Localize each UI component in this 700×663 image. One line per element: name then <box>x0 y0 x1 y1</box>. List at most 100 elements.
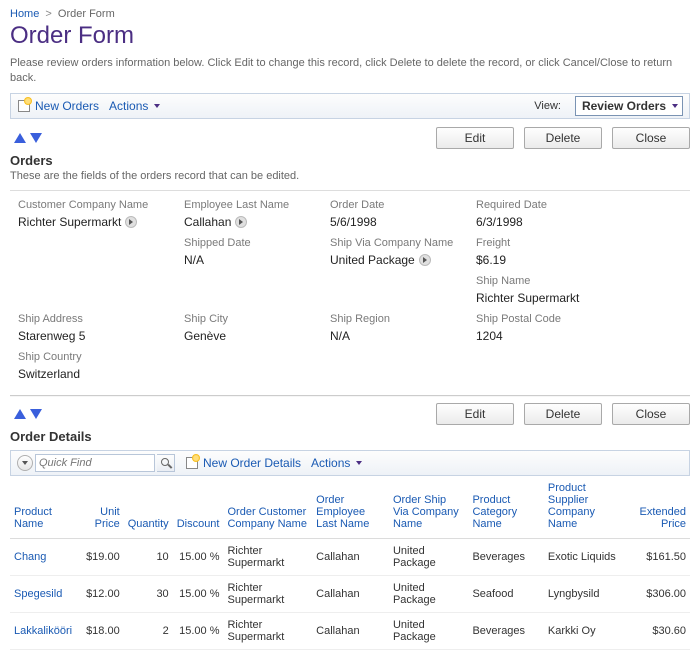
table-row[interactable]: Chang $19.001015.00 %Richter SupermarktCa… <box>10 538 690 575</box>
search-icon <box>161 458 171 468</box>
cell-product-supplier-company-name: Lyngbysild <box>544 575 629 612</box>
details-actions-menu[interactable]: Actions <box>311 456 362 470</box>
page-title: Order Form <box>10 22 690 50</box>
product-link[interactable]: Spegesild <box>14 588 62 600</box>
new-order-details-button[interactable]: New Order Details <box>185 456 301 470</box>
field-ship-via-company-name: Ship Via Company Name United Package <box>330 237 470 267</box>
cell-product-supplier-company-name: Exotic Liquids <box>544 538 629 575</box>
details-title: Order Details <box>10 429 690 444</box>
cell-unit-price: $19.00 <box>79 538 124 575</box>
col-product-category-name[interactable]: Product Category Name <box>468 478 543 539</box>
col-unit-price[interactable]: Unit Price <box>79 478 124 539</box>
breadcrumb-current: Order Form <box>58 8 115 20</box>
col-extended-price[interactable]: Extended Price <box>629 478 690 539</box>
actions-label: Actions <box>109 99 148 113</box>
cell-extended-price: $306.00 <box>629 575 690 612</box>
lookup-icon[interactable] <box>419 254 431 266</box>
lookup-icon[interactable] <box>235 216 247 228</box>
prev-record-button[interactable] <box>14 409 26 419</box>
cell-product-category-name: Seafood <box>468 575 543 612</box>
col-product-supplier-company-name[interactable]: Product Supplier Company Name <box>544 478 629 539</box>
cell-order-employee-last-name: Callahan <box>312 538 389 575</box>
delete-button[interactable]: Delete <box>524 403 602 425</box>
col-discount[interactable]: Discount <box>173 478 224 539</box>
grid-header-row: Product Name Unit Price Quantity Discoun… <box>10 478 690 539</box>
cell-order-customer-company-name: Richter Supermarkt <box>223 538 312 575</box>
edit-button[interactable]: Edit <box>436 403 514 425</box>
col-quantity[interactable]: Quantity <box>124 478 173 539</box>
cell-quantity: 2 <box>124 612 173 649</box>
cell-order-employee-last-name: Callahan <box>312 612 389 649</box>
view-label: View: <box>534 100 561 112</box>
orders-title: Orders <box>10 153 690 168</box>
field-ship-city: Ship City Genève <box>184 313 324 343</box>
record-nav <box>14 133 42 143</box>
quick-find-wrap <box>17 454 175 472</box>
field-freight: Freight $6.19 <box>476 237 646 267</box>
new-order-details-label: New Order Details <box>203 456 301 470</box>
field-ship-address: Ship Address Starenweg 5 <box>18 313 178 343</box>
cell-order-ship-via-company-name: United Package <box>389 575 469 612</box>
details-buttons: Edit Delete Close <box>436 403 690 425</box>
orders-section-header: Edit Delete Close <box>10 127 690 149</box>
col-order-ship-via-company-name[interactable]: Order Ship Via Company Name <box>389 478 469 539</box>
view-select[interactable]: Review Orders <box>575 96 683 116</box>
cell-order-customer-company-name: Richter Supermarkt <box>223 612 312 649</box>
cell-order-ship-via-company-name: United Package <box>389 538 469 575</box>
quick-find-search-button[interactable] <box>157 454 175 472</box>
table-row[interactable]: Spegesild $12.003015.00 %Richter Supermar… <box>10 575 690 612</box>
quick-find-input[interactable] <box>35 454 155 472</box>
chevron-down-icon <box>672 104 678 108</box>
cell-product-category-name: Beverages <box>468 538 543 575</box>
cell-discount: 15.00 % <box>173 612 224 649</box>
cell-discount: 15.00 % <box>173 538 224 575</box>
next-record-button[interactable] <box>30 409 42 419</box>
main-toolbar: New Orders Actions View: Review Orders <box>10 93 690 119</box>
field-ship-country: Ship Country Switzerland <box>18 351 178 381</box>
col-order-employee-last-name[interactable]: Order Employee Last Name <box>312 478 389 539</box>
table-row[interactable]: Lakkalikööri$18.00215.00 %Richter Superm… <box>10 612 690 649</box>
breadcrumb-separator: > <box>45 8 51 20</box>
cell-quantity: 10 <box>124 538 173 575</box>
cell-product-supplier-company-name: Karkki Oy <box>544 612 629 649</box>
cell-discount: 15.00 % <box>173 575 224 612</box>
close-button[interactable]: Close <box>612 403 690 425</box>
actions-label: Actions <box>311 456 350 470</box>
cell-order-customer-company-name: Richter Supermarkt <box>223 575 312 612</box>
field-shipped-date: Shipped Date N/A <box>184 237 324 267</box>
field-ship-postal-code: Ship Postal Code 1204 <box>476 313 646 343</box>
quick-find-expand-button[interactable] <box>17 455 33 471</box>
cell-product-name: Chang <box>10 538 79 575</box>
cell-product-name: Spegesild <box>10 575 79 612</box>
cell-extended-price: $30.60 <box>629 612 690 649</box>
new-icon <box>17 99 31 113</box>
new-orders-button[interactable]: New Orders <box>17 99 99 113</box>
new-orders-label: New Orders <box>35 99 99 113</box>
cell-extended-price: $161.50 <box>629 538 690 575</box>
close-button[interactable]: Close <box>612 127 690 149</box>
new-icon <box>185 456 199 470</box>
lookup-icon[interactable] <box>125 216 137 228</box>
field-customer-company-name: Customer Company Name Richter Supermarkt <box>18 199 178 229</box>
cell-unit-price: $12.00 <box>79 575 124 612</box>
cell-product-category-name: Beverages <box>468 612 543 649</box>
field-employee-last-name: Employee Last Name Callahan <box>184 199 324 229</box>
field-ship-region: Ship Region N/A <box>330 313 470 343</box>
prev-record-button[interactable] <box>14 133 26 143</box>
col-product-name[interactable]: Product Name <box>10 478 79 539</box>
chevron-down-icon <box>356 461 362 465</box>
chevron-down-icon <box>154 104 160 108</box>
field-order-date: Order Date 5/6/1998 <box>330 199 470 229</box>
product-link[interactable]: Chang <box>14 551 46 563</box>
details-toolbar: New Order Details Actions <box>10 450 690 476</box>
edit-button[interactable]: Edit <box>436 127 514 149</box>
product-link[interactable]: Lakkalikööri <box>14 625 72 637</box>
actions-menu[interactable]: Actions <box>109 99 160 113</box>
field-ship-name: Ship Name Richter Supermarkt <box>476 275 646 305</box>
col-order-customer-company-name[interactable]: Order Customer Company Name <box>223 478 312 539</box>
next-record-button[interactable] <box>30 133 42 143</box>
breadcrumb-home-link[interactable]: Home <box>10 8 39 20</box>
cell-quantity: 30 <box>124 575 173 612</box>
delete-button[interactable]: Delete <box>524 127 602 149</box>
orders-desc: These are the fields of the orders recor… <box>10 170 690 182</box>
